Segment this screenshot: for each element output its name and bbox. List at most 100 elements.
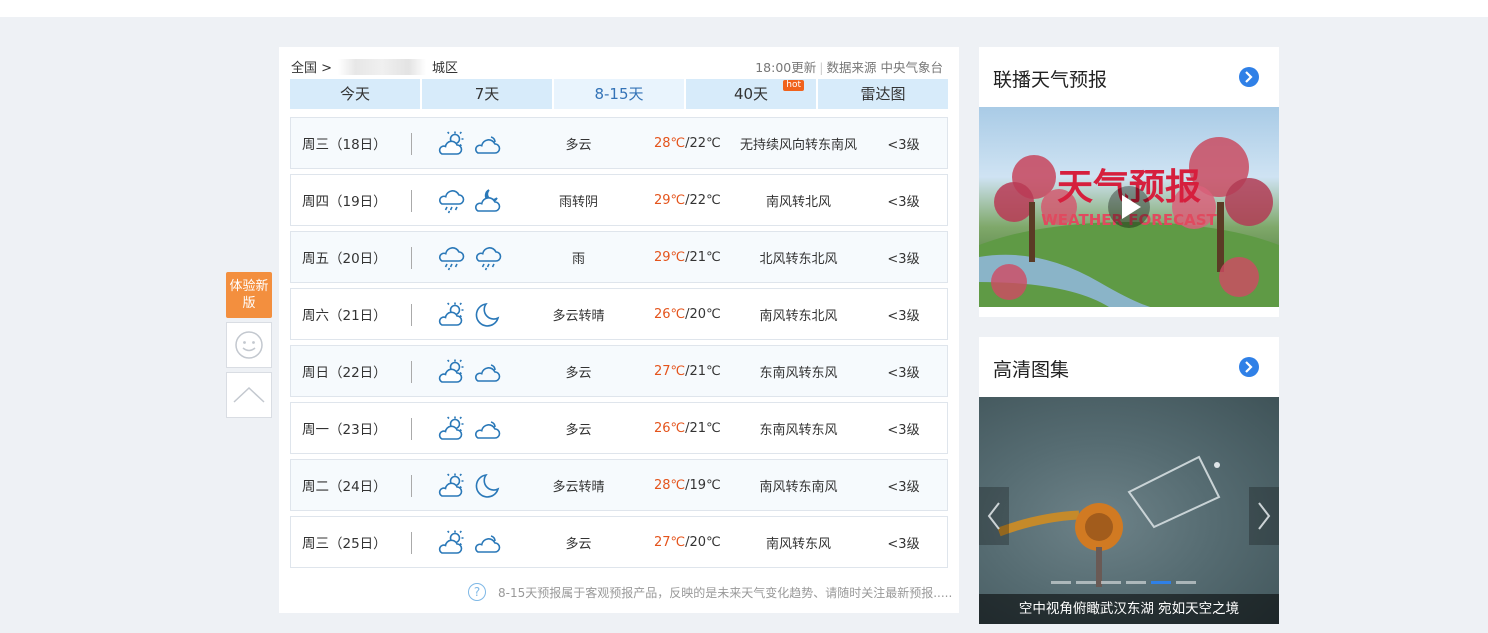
breadcrumb-root[interactable]: 全国 > — [291, 57, 332, 76]
source-name: 中央气象台 — [880, 60, 943, 75]
temp-high: 27℃ — [654, 534, 686, 550]
forecast-list: 周三（18日） 多云 28℃/22℃ 无持续风向转东南风 <3级 周四（19日） 雨转阴 29… — [290, 117, 948, 573]
tab-label: 8-15天 — [594, 85, 644, 103]
more-arrow-icon[interactable] — [1239, 67, 1259, 87]
temp-low: /19℃ — [685, 477, 721, 493]
wind-level: <3级 — [887, 422, 920, 438]
blurred-city — [338, 58, 427, 75]
video-card: 联播天气预报 天气预报 WEATHER FORECAST — [979, 47, 1279, 317]
video-card-title: 联播天气预报 — [993, 69, 1108, 91]
tab-1[interactable]: 7天 — [422, 79, 552, 109]
weather-desc: 多云转晴 — [552, 308, 605, 324]
wind-level: <3级 — [887, 365, 920, 381]
divider — [411, 475, 412, 497]
wind-direction: 南风转北风 — [765, 194, 831, 210]
forecast-row: 周日（22日） 多云 27℃/21℃ 东南风转东风 <3级 — [290, 345, 948, 397]
temp-low: /20℃ — [685, 534, 721, 550]
gallery-dots — [1051, 581, 1201, 584]
gallery-dot[interactable] — [1126, 581, 1146, 584]
wind-level: <3级 — [887, 137, 920, 153]
wind-direction: 无持续风向转东南风 — [739, 137, 857, 153]
forecast-row: 周六（21日） 多云转晴 26℃/20℃ 南风转东北风 <3级 — [290, 288, 948, 340]
weather-desc: 多云 — [565, 365, 592, 381]
tab-2[interactable]: 8-15天 — [554, 79, 684, 109]
gallery-dot[interactable] — [1151, 581, 1171, 584]
wind-level: <3级 — [887, 479, 920, 495]
wind-level: <3级 — [887, 308, 920, 324]
wind-level: <3级 — [887, 536, 920, 552]
weather-desc: 多云 — [565, 137, 592, 153]
wind-direction: 南风转东南风 — [759, 479, 838, 495]
cloudy-icon — [473, 358, 503, 386]
tab-label: 雷达图 — [860, 85, 906, 103]
rain-icon — [436, 187, 466, 215]
gallery-dot[interactable] — [1176, 581, 1196, 584]
tab-label: 今天 — [339, 85, 370, 103]
video-thumbnail[interactable]: 天气预报 WEATHER FORECAST — [979, 107, 1279, 307]
gallery-dot[interactable] — [1051, 581, 1071, 584]
gallery-dot[interactable] — [1101, 581, 1121, 584]
moon-icon — [473, 301, 503, 329]
tab-3[interactable]: 40天 hot — [686, 79, 816, 109]
wind-direction: 南风转东北风 — [759, 308, 838, 324]
forecast-row: 周三（18日） 多云 28℃/22℃ 无持续风向转东南风 <3级 — [290, 117, 948, 169]
forecast-date: 周三（18日） — [302, 137, 387, 153]
rain-icon — [473, 244, 503, 272]
gallery-card-title: 高清图集 — [993, 359, 1070, 381]
divider — [411, 532, 412, 554]
hot-badge: hot — [783, 80, 804, 91]
smiley-icon — [235, 331, 263, 359]
temp-low: /21℃ — [685, 363, 721, 379]
feedback-button[interactable] — [226, 322, 272, 368]
forecast-date: 周五（20日） — [302, 251, 387, 267]
breadcrumb-district: 城区 — [432, 61, 459, 76]
gallery-dot[interactable] — [1076, 581, 1096, 584]
temp-low: /20℃ — [685, 306, 721, 322]
cloudy-icon — [473, 415, 503, 443]
divider — [411, 190, 412, 212]
try-new-version-button[interactable]: 体验新版 — [226, 272, 272, 318]
forecast-date: 周六（21日） — [302, 308, 387, 324]
wind-direction: 东南风转东风 — [759, 365, 838, 381]
forecast-date: 周三（25日） — [302, 536, 387, 552]
forecast-date: 周二（24日） — [302, 479, 387, 495]
partly-cloudy-day-icon — [436, 529, 466, 557]
forecast-row: 周一（23日） 多云 26℃/21℃ 东南风转东风 <3级 — [290, 402, 948, 454]
source-label: 数据来源 — [826, 60, 877, 75]
temperature: 26℃/21℃ — [654, 421, 724, 436]
divider — [411, 418, 412, 440]
more-arrow-icon[interactable] — [1239, 357, 1259, 377]
cloudy-icon — [473, 130, 503, 158]
temperature: 27℃/21℃ — [654, 364, 724, 379]
back-to-top-button[interactable] — [226, 372, 272, 418]
chevron-right-icon — [1258, 502, 1271, 530]
forecast-row: 周三（25日） 多云 27℃/20℃ 南风转东风 <3级 — [290, 516, 948, 568]
temp-high: 26℃ — [654, 420, 686, 436]
gallery-prev-button[interactable] — [979, 487, 1009, 545]
lake-aerial-image — [997, 455, 1221, 587]
chevron-up-icon — [233, 386, 265, 403]
gallery-slide[interactable]: 空中视角俯瞰武汉东湖 宛如天空之境 — [979, 397, 1279, 624]
partly-cloudy-day-icon — [436, 301, 466, 329]
gallery-next-button[interactable] — [1249, 487, 1279, 545]
tab-4[interactable]: 雷达图 — [818, 79, 948, 109]
weather-desc: 雨转阴 — [558, 194, 598, 210]
forecast-row: 周四（19日） 雨转阴 29℃/22℃ 南风转北风 <3级 — [290, 174, 948, 226]
partly-cloudy-day-icon — [436, 130, 466, 158]
top-bar — [0, 0, 1488, 17]
divider — [411, 133, 412, 155]
partly-cloudy-day-icon — [436, 415, 466, 443]
partly-cloudy-day-icon — [436, 358, 466, 386]
update-time: 18:00更新 — [755, 60, 817, 75]
temp-high: 27℃ — [654, 363, 686, 379]
wind-level: <3级 — [887, 251, 920, 267]
note-text: 8-15天预报属于客观预报产品，反映的是未来天气变化趋势、请随时关注最新预报..… — [498, 585, 953, 600]
question-icon[interactable]: ? — [468, 583, 486, 601]
side-toolbar: 体验新版 — [226, 272, 272, 418]
forecast-note: ? 8-15天预报属于客观预报产品，反映的是未来天气变化趋势、请随时关注最新预报… — [468, 583, 952, 601]
gallery-card: 高清图集 空中视角俯瞰武汉东湖 宛如天空之境 — [979, 337, 1279, 624]
tab-0[interactable]: 今天 — [290, 79, 420, 109]
temp-low: /21℃ — [685, 420, 721, 436]
tab-label: 7天 — [474, 85, 500, 103]
wind-direction: 南风转东风 — [765, 536, 831, 552]
